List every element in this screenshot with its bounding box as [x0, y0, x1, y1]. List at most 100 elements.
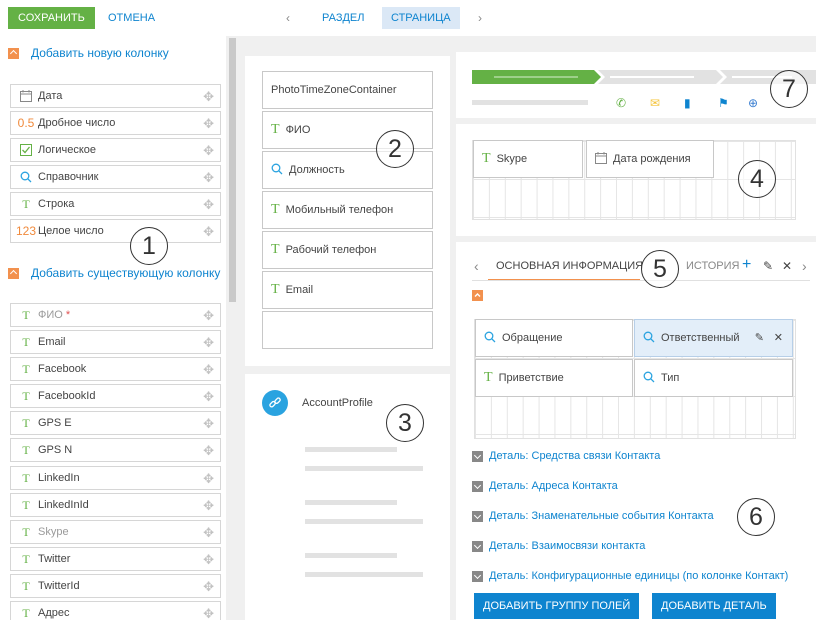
header-field-birthdate[interactable]: Дата рождения: [586, 140, 714, 178]
text-icon: T: [22, 497, 30, 512]
drag-handle-icon[interactable]: ✥: [203, 579, 214, 595]
drag-handle-icon[interactable]: ✥: [203, 116, 214, 132]
field-label: Дата: [38, 90, 63, 102]
grid-field-greeting[interactable]: T Приветствие: [475, 359, 633, 397]
existing-column-gps-e[interactable]: T GPS E ✥: [10, 411, 221, 435]
drag-handle-icon[interactable]: ✥: [203, 308, 214, 324]
field-label: Строка: [38, 198, 75, 210]
section-tab[interactable]: РАЗДЕЛ: [322, 7, 364, 29]
decimal-icon: 0.5: [17, 116, 35, 130]
detail-label: Деталь: Средства связи Контакта: [489, 450, 661, 462]
drag-handle-icon[interactable]: ✥: [203, 606, 214, 620]
existing-column-email[interactable]: T Email ✥: [10, 330, 221, 354]
text-icon: T: [22, 196, 30, 211]
skeleton-line: [472, 100, 588, 105]
remove-field-icon[interactable]: ✕: [774, 331, 783, 344]
profile-field-mobile[interactable]: T Мобильный телефон: [262, 191, 433, 229]
existing-column-fio[interactable]: T ФИО * ✥: [10, 303, 221, 327]
field-label: Приветствие: [498, 372, 564, 384]
profile-field-work-phone[interactable]: T Рабочий телефон: [262, 231, 433, 269]
new-column-string[interactable]: T Строка ✥: [10, 192, 221, 216]
drag-handle-icon[interactable]: ✥: [203, 416, 214, 432]
new-column-decimal[interactable]: 0.5 Дробное число ✥: [10, 111, 221, 135]
expand-icon: [472, 480, 483, 492]
tabs-next-icon[interactable]: ›: [802, 258, 807, 274]
existing-column-facebookid[interactable]: T FacebookId ✥: [10, 384, 221, 408]
existing-column-facebook[interactable]: T Facebook ✥: [10, 357, 221, 381]
grid-field-type[interactable]: Тип: [634, 359, 793, 397]
drag-handle-icon[interactable]: ✥: [203, 197, 214, 213]
drag-handle-icon[interactable]: ✥: [203, 89, 214, 105]
detail-addresses[interactable]: Деталь: Адреса Контакта: [472, 480, 618, 492]
existing-column-skype[interactable]: T Skype ✥: [10, 520, 221, 544]
detail-label: Деталь: Знаменательные события Контакта: [489, 510, 714, 522]
callout-5: 5: [641, 250, 679, 288]
drag-handle-icon[interactable]: ✥: [203, 335, 214, 351]
detail-config-items[interactable]: Деталь: Конфигурационные единицы (по кол…: [472, 570, 788, 582]
edit-field-icon[interactable]: ✎: [755, 331, 764, 344]
add-detail-button[interactable]: ДОБАВИТЬ ДЕТАЛЬ: [652, 593, 776, 619]
close-tab-icon[interactable]: ✕: [782, 259, 792, 273]
page-tab[interactable]: СТРАНИЦА: [382, 7, 460, 29]
nav-prev-icon[interactable]: ‹: [286, 7, 290, 29]
field-label: Справочник: [38, 171, 99, 183]
chat-icon[interactable]: ▮: [684, 96, 691, 110]
tab-main-info[interactable]: ОСНОВНАЯ ИНФОРМАЦИЯ: [496, 260, 643, 272]
drag-handle-icon[interactable]: ✥: [203, 224, 214, 240]
text-icon: T: [271, 242, 280, 257]
nav-next-icon[interactable]: ›: [478, 7, 482, 29]
field-label: Facebook: [38, 363, 87, 375]
detail-relationships[interactable]: Деталь: Взаимосвязи контакта: [472, 540, 645, 552]
header-field-skype[interactable]: T Skype: [473, 140, 583, 178]
new-column-lookup[interactable]: Справочник ✥: [10, 165, 221, 189]
tab-history[interactable]: ИСТОРИЯ: [686, 260, 739, 272]
grid-field-owner[interactable]: Ответственный ✎ ✕: [634, 319, 793, 357]
drag-handle-icon[interactable]: ✥: [203, 552, 214, 568]
empty-slot[interactable]: [262, 311, 433, 349]
field-label: Адрес: [38, 607, 70, 619]
phone-icon[interactable]: ✆: [616, 96, 626, 110]
drag-handle-icon[interactable]: ✥: [203, 143, 214, 159]
field-label: Skype: [38, 526, 69, 538]
cancel-button[interactable]: ОТМЕНА: [108, 7, 155, 29]
photo-timezone-container[interactable]: PhotoTimeZoneContainer: [262, 71, 433, 109]
edit-tab-icon[interactable]: ✎: [763, 259, 773, 273]
existing-column-linkedinid[interactable]: T LinkedInId ✥: [10, 493, 221, 517]
new-column-integer[interactable]: 123 Целое число ✥: [10, 219, 221, 243]
add-existing-column-toggle[interactable]: Добавить существующую колонку: [8, 266, 220, 280]
text-icon: T: [22, 470, 30, 485]
tabs-prev-icon[interactable]: ‹: [474, 258, 479, 274]
callout-3: 3: [386, 404, 424, 442]
detail-anniversaries[interactable]: Деталь: Знаменательные события Контакта: [472, 510, 714, 522]
drag-handle-icon[interactable]: ✥: [203, 471, 214, 487]
drag-handle-icon[interactable]: ✥: [203, 170, 214, 186]
detail-communication[interactable]: Деталь: Средства связи Контакта: [472, 450, 660, 462]
drag-handle-icon[interactable]: ✥: [203, 443, 214, 459]
flag-icon[interactable]: ⚑: [718, 96, 729, 110]
collapse-group-icon[interactable]: [472, 290, 483, 301]
collapse-icon: [8, 267, 19, 279]
add-field-group-button[interactable]: ДОБАВИТЬ ГРУППУ ПОЛЕЙ: [474, 593, 640, 619]
add-tab-icon[interactable]: +: [742, 256, 751, 274]
new-column-date[interactable]: Дата ✥: [10, 84, 221, 108]
existing-column-twitterid[interactable]: T TwitterId ✥: [10, 574, 221, 598]
profile-field-email[interactable]: T Email: [262, 271, 433, 309]
globe-icon[interactable]: ⊕: [748, 96, 758, 110]
existing-column-twitter[interactable]: T Twitter ✥: [10, 547, 221, 571]
drag-handle-icon[interactable]: ✥: [203, 525, 214, 541]
scrollbar[interactable]: [229, 38, 236, 302]
drag-handle-icon[interactable]: ✥: [203, 389, 214, 405]
email-icon[interactable]: ✉: [650, 96, 660, 110]
existing-column-address[interactable]: T Адрес ✥: [10, 601, 221, 620]
existing-column-linkedin[interactable]: T LinkedIn ✥: [10, 466, 221, 490]
text-icon: T: [271, 122, 280, 137]
add-new-column-toggle[interactable]: Добавить новую колонку: [8, 46, 169, 60]
field-label: TwitterId: [38, 580, 80, 592]
existing-column-gps-n[interactable]: T GPS N ✥: [10, 438, 221, 462]
save-button[interactable]: СОХРАНИТЬ: [8, 7, 95, 29]
new-column-boolean[interactable]: Логическое ✥: [10, 138, 221, 162]
drag-handle-icon[interactable]: ✥: [203, 362, 214, 378]
drag-handle-icon[interactable]: ✥: [203, 498, 214, 514]
field-label: FacebookId: [38, 390, 96, 402]
grid-field-salutation[interactable]: Обращение: [475, 319, 633, 357]
